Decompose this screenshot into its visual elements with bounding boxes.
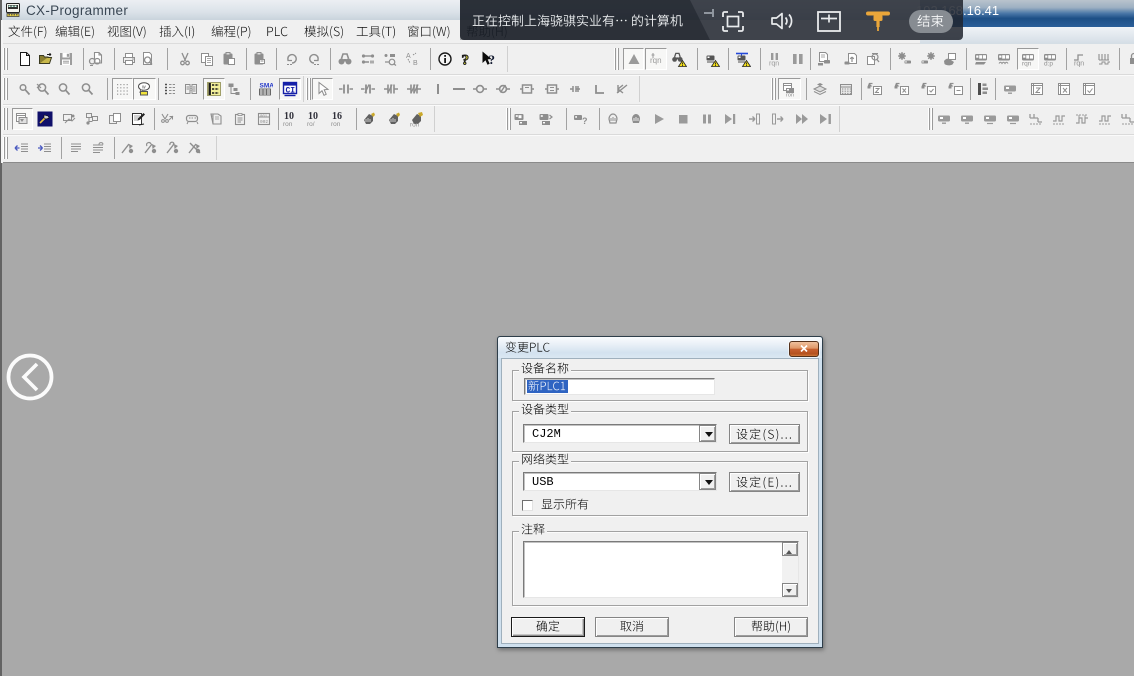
svg-text:SMA: SMA bbox=[260, 83, 274, 90]
svg-text:B: B bbox=[413, 60, 418, 67]
svg-text:d:p: d:p bbox=[1044, 61, 1053, 68]
svg-text:ron: ron bbox=[410, 122, 420, 128]
svg-text:001: 001 bbox=[260, 115, 268, 119]
svg-text:ro/: ro/ bbox=[307, 121, 315, 127]
svg-text:w: w bbox=[142, 85, 146, 91]
svg-text:rqn: rqn bbox=[769, 61, 779, 68]
svg-text:ron: ron bbox=[331, 121, 341, 127]
svg-text:rqn: rqn bbox=[650, 56, 662, 65]
svg-text:ron: ron bbox=[283, 121, 293, 127]
svg-text:CI: CI bbox=[286, 87, 296, 96]
svg-text:?: ? bbox=[489, 52, 496, 67]
svg-text:?: ? bbox=[582, 116, 588, 126]
svg-text:?: ? bbox=[462, 53, 470, 68]
svg-text:rqn: rqn bbox=[1074, 61, 1084, 68]
svg-text:002: 002 bbox=[260, 119, 268, 125]
svg-text:S: S bbox=[189, 87, 193, 93]
svg-text:rqn: rqn bbox=[1022, 61, 1032, 68]
svg-text:ron: ron bbox=[786, 93, 794, 98]
